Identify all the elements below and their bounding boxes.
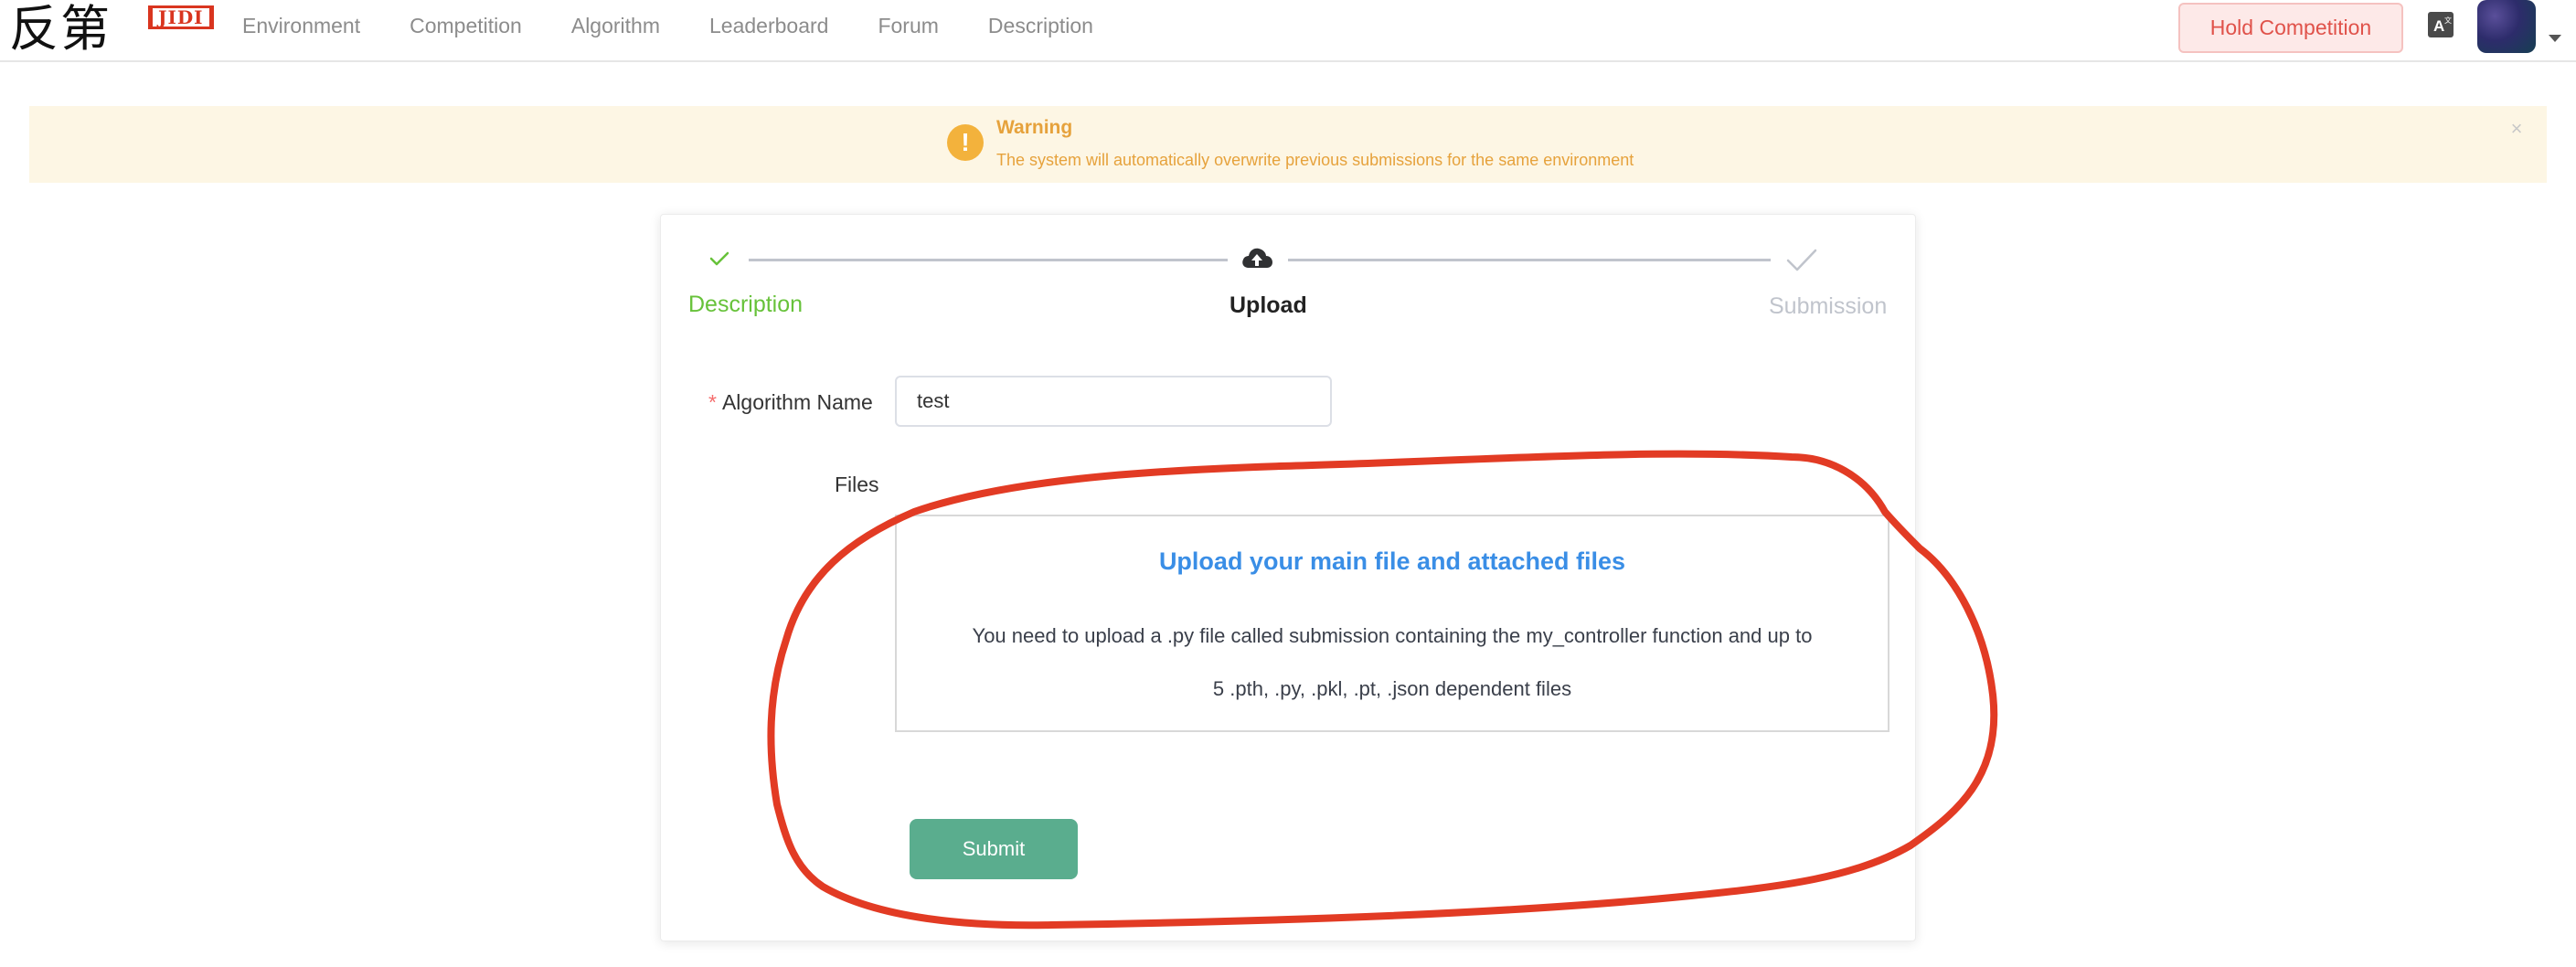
check-icon: [1786, 249, 1817, 271]
main-nav: Environment Competition Algorithm Leader…: [242, 0, 1143, 51]
step-connector: [1288, 259, 1771, 261]
step-upload[interactable]: Upload: [1229, 292, 1307, 319]
files-label: Files: [835, 473, 879, 496]
nav-forum[interactable]: Forum: [878, 0, 938, 51]
close-icon[interactable]: ×: [2507, 119, 2527, 139]
step-submission[interactable]: Submission: [1769, 293, 1887, 320]
upload-instructions: You need to upload a .py file called sub…: [972, 624, 1813, 647]
svg-text:文: 文: [2444, 16, 2452, 25]
nav-description[interactable]: Description: [988, 0, 1093, 51]
nav-environment[interactable]: Environment: [242, 0, 360, 51]
step-connector: [749, 259, 1228, 261]
submit-button[interactable]: Submit: [910, 819, 1078, 879]
nav-leaderboard[interactable]: Leaderboard: [709, 0, 828, 51]
algorithm-name-input[interactable]: test: [895, 376, 1332, 427]
cloud-upload-icon: [1242, 248, 1272, 268]
algorithm-name-label: * Algorithm Name: [708, 390, 873, 415]
warning-title: Warning: [996, 117, 1073, 138]
step-description[interactable]: Description: [688, 292, 803, 318]
file-upload-dropzone[interactable]: Upload your main file and attached files…: [895, 515, 1889, 732]
warning-icon: !: [947, 124, 984, 161]
upload-file-types: 5 .pth, .py, .pkl, .pt, .json dependent …: [1212, 677, 1572, 700]
upload-title: Upload your main file and attached files: [1158, 547, 1626, 575]
warning-alert: ! Warning The system will automatically …: [29, 106, 2547, 183]
top-navbar: 反第 JIDI Environment Competition Algorith…: [0, 0, 2576, 62]
logo-badge: JIDI: [148, 5, 214, 29]
svg-text:A: A: [2433, 17, 2444, 35]
translate-icon[interactable]: A 文: [2427, 11, 2454, 38]
warning-message: The system will automatically overwrite …: [996, 151, 1634, 169]
chevron-down-icon[interactable]: [2549, 35, 2561, 42]
nav-competition[interactable]: Competition: [410, 0, 522, 51]
check-icon: [709, 251, 729, 266]
hold-competition-button[interactable]: Hold Competition: [2178, 3, 2403, 53]
required-mark: *: [708, 390, 717, 414]
submission-card: Description Upload Submission * Algorithm…: [660, 214, 1916, 941]
logo-text: 反第: [9, 0, 112, 58]
algorithm-name-text: Algorithm Name: [721, 390, 873, 414]
nav-algorithm[interactable]: Algorithm: [571, 0, 660, 51]
avatar[interactable]: [2477, 0, 2536, 53]
